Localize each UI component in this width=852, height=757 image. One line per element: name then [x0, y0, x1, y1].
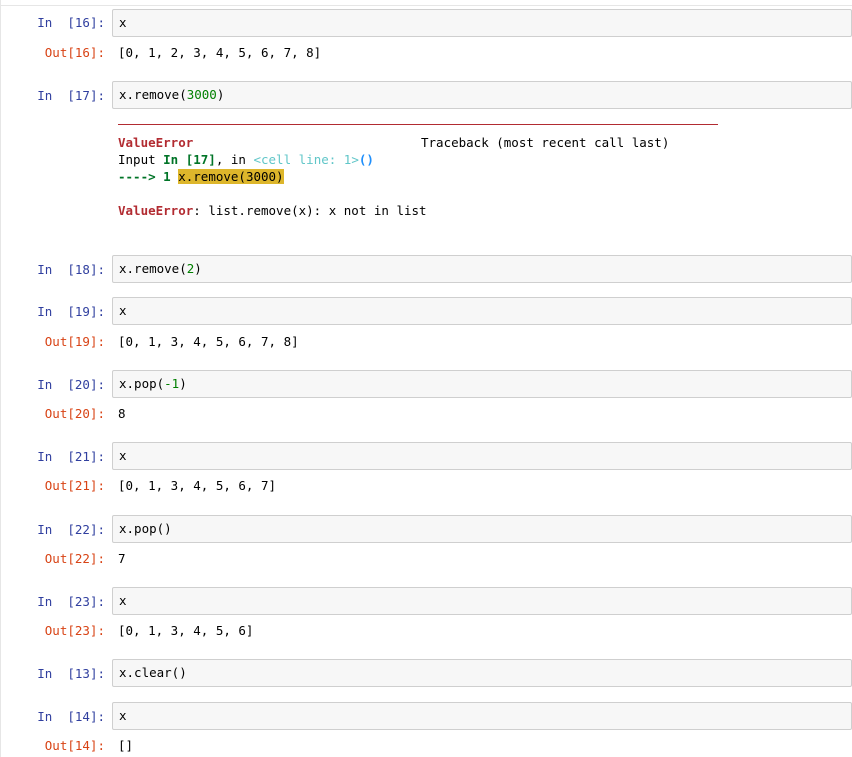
out-prompt-19: Out[19]:: [44, 334, 105, 349]
in-prompt-23: In [23]:: [37, 594, 105, 609]
output-14: []: [118, 738, 134, 753]
code-cell-23[interactable]: x: [112, 587, 852, 615]
output-23: [0, 1, 3, 4, 5, 6]: [118, 623, 254, 638]
code-cell-17[interactable]: x.remove(3000): [112, 81, 852, 109]
code-cell-22[interactable]: x.pop(): [112, 515, 852, 543]
in-prompt-14: In [14]:: [37, 709, 105, 724]
code-text: x: [119, 303, 127, 318]
error-name: ValueError: [118, 203, 194, 218]
code-cell-21[interactable]: x: [112, 442, 852, 470]
in-prompt-17: In [17]:: [37, 88, 105, 103]
code-text: x.clear(): [119, 665, 187, 680]
input-word: Input: [118, 152, 164, 167]
out-prompt-14: Out[14]:: [44, 738, 105, 753]
code-text: x: [119, 15, 127, 30]
code-text: x: [119, 448, 127, 463]
output-22: 7: [118, 551, 126, 566]
in-prompt-22: In [22]:: [37, 522, 105, 537]
code-cell-16[interactable]: x: [112, 9, 852, 37]
out-prompt-16: Out[16]:: [44, 45, 105, 60]
in-prompt-13: In [13]:: [37, 666, 105, 681]
code-text: x.remove(: [119, 87, 187, 102]
code-number: -1: [164, 376, 180, 391]
in-prompt-21: In [21]:: [37, 449, 105, 464]
traceback-message-line: ValueError: list.remove(x): x not in lis…: [118, 203, 427, 219]
out-prompt-22: Out[22]:: [44, 551, 105, 566]
error-message: : list.remove(x): x not in list: [193, 203, 427, 218]
in-prompt-19: In [19]:: [37, 304, 105, 319]
code-text: ): [216, 87, 225, 102]
in-prompt-18: In [18]:: [37, 262, 105, 277]
arrow-marker: ----> 1: [118, 169, 179, 184]
parens: (): [358, 152, 374, 167]
code-text: x: [119, 593, 127, 608]
input-ref: In [17]: [163, 152, 216, 167]
code-cell-14[interactable]: x: [112, 702, 852, 730]
code-text: x.pop(: [119, 376, 165, 391]
highlighted-code: x.remove(3000): [178, 169, 284, 184]
traceback-header: ValueError: [118, 135, 193, 151]
code-text: x: [119, 708, 127, 723]
out-prompt-20: Out[20]:: [44, 406, 105, 421]
code-cell-19[interactable]: x: [112, 297, 852, 325]
code-cell-18[interactable]: x.remove(2): [112, 255, 852, 283]
output-20: 8: [118, 406, 126, 421]
output-19: [0, 1, 3, 4, 5, 6, 7, 8]: [118, 334, 299, 349]
code-text: x.pop(): [119, 521, 172, 536]
out-prompt-23: Out[23]:: [44, 623, 105, 638]
error-name: ValueError: [118, 135, 194, 150]
traceback-rule: [118, 124, 718, 125]
code-text: ): [179, 376, 187, 391]
cell-line-link: <cell line: 1>: [253, 152, 359, 167]
code-cell-13[interactable]: x.clear(): [112, 659, 852, 687]
out-prompt-21: Out[21]:: [44, 478, 105, 493]
in-prompt-16: In [16]:: [37, 15, 105, 30]
traceback-input-line: Input In [17], in <cell line: 1>(): [118, 152, 374, 168]
code-number: 3000: [186, 87, 217, 102]
traceback-title: Traceback (most recent call last): [421, 135, 670, 150]
notebook: In [16]: x Out[16]: [0, 1, 2, 3, 4, 5, 6…: [0, 0, 852, 757]
top-divider: [1, 5, 852, 6]
comma-in: , in: [215, 152, 254, 167]
code-cell-20[interactable]: x.pop(-1): [112, 370, 852, 398]
code-text: x.remove(: [119, 261, 187, 276]
output-21: [0, 1, 3, 4, 5, 6, 7]: [118, 478, 277, 493]
code-text: ): [194, 261, 202, 276]
traceback-arrow-line: ----> 1 x.remove(3000): [118, 169, 284, 185]
output-16: [0, 1, 2, 3, 4, 5, 6, 7, 8]: [118, 45, 322, 60]
in-prompt-20: In [20]:: [37, 377, 105, 392]
